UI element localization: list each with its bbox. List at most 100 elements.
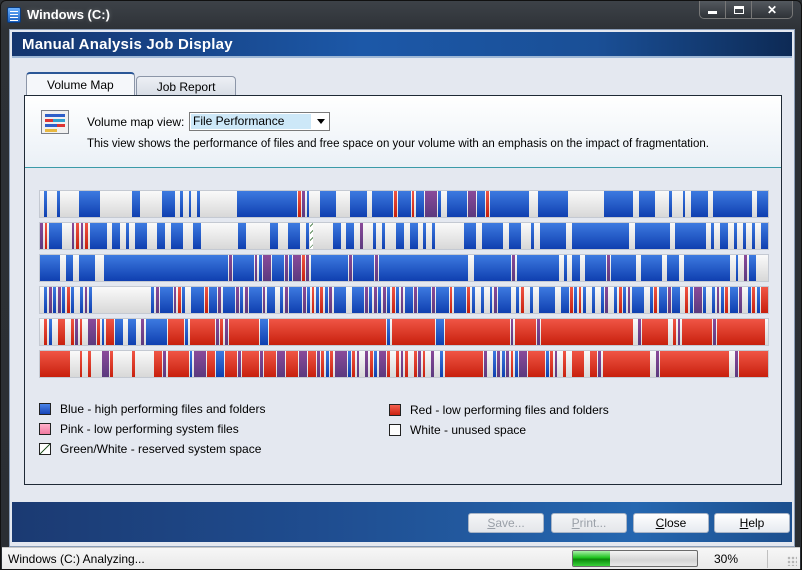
volume-map-segment-blue	[490, 191, 529, 217]
volume-map-segment-blue	[259, 255, 262, 281]
legend-item-blue: Blue - high performing files and folders	[39, 402, 265, 416]
tab-label: Job Report	[156, 80, 216, 94]
volume-map-segment-red	[207, 351, 215, 377]
help-button[interactable]: Help	[714, 513, 790, 533]
volume-map-segment-blue	[481, 223, 504, 249]
volume-map-segment-blue	[436, 287, 449, 313]
app-icon	[7, 7, 21, 23]
volume-map-segment-blue	[249, 287, 262, 313]
volume-map-segment-blue	[672, 287, 680, 313]
volume-map-segment-mixed	[302, 191, 306, 217]
analysis-progress-bar	[572, 550, 698, 567]
volume-map-row	[39, 254, 769, 282]
volume-map-segment-red	[391, 287, 395, 313]
volume-map-segment-red	[569, 287, 573, 313]
volume-map-segment-blue	[374, 351, 378, 377]
app-window: Windows (C:) ✕ Manual Analysis Job Displ…	[0, 0, 802, 570]
volume-map-segment-red	[224, 351, 237, 377]
volume-map-segment-red	[394, 191, 397, 217]
resize-grip-icon[interactable]	[787, 556, 797, 566]
pink-swatch-icon	[39, 423, 51, 435]
volume-map-segment-blue	[529, 287, 533, 313]
volume-map-segment-mixed	[349, 255, 352, 281]
tab-volume-map[interactable]: Volume Map	[26, 72, 135, 95]
volume-map-segment-red	[528, 351, 545, 377]
view-selector-area: Volume map view: File Performance This v…	[25, 96, 781, 168]
volume-map-segment-red	[40, 351, 70, 377]
volume-map-segment-blue	[641, 255, 662, 281]
accelerator: H	[739, 516, 749, 530]
volume-map-segment-blue	[545, 351, 549, 377]
button-label: rint...	[579, 516, 607, 530]
print-button[interactable]: Print...	[551, 513, 627, 533]
volume-map-view-dropdown[interactable]: File Performance	[189, 112, 330, 131]
save-button[interactable]: Save...	[468, 513, 544, 533]
volume-map-segment-mixed	[329, 287, 333, 313]
volume-map-segment-red	[44, 223, 48, 249]
volume-map-segment-blue	[170, 223, 184, 249]
volume-map-segment-blue	[571, 223, 630, 249]
volume-map-row	[39, 222, 769, 250]
legend-item-pink: Pink - low performing system files	[39, 422, 239, 436]
volume-map-segment-blue	[238, 223, 247, 249]
volume-map-segment-blue	[453, 287, 467, 313]
volume-map-panel: Volume map view: File Performance This v…	[24, 95, 782, 485]
volume-map-segment-mixed	[378, 351, 387, 377]
volume-map-segment-red	[132, 351, 136, 377]
volume-map-segment-blue	[720, 223, 729, 249]
close-button[interactable]: Close	[633, 513, 709, 533]
volume-map-segment-blue	[756, 287, 760, 313]
volume-map-segment-blue	[756, 191, 768, 217]
volume-map-segment-blue	[508, 223, 522, 249]
volume-map-segment-blue	[748, 255, 757, 281]
volume-map-segment-blue	[735, 255, 739, 281]
volume-map-segment-blue	[78, 255, 95, 281]
volume-map-segment-mixed	[431, 351, 435, 377]
volume-map-segment-mixed	[88, 319, 97, 345]
volume-map-segment-blue	[236, 191, 297, 217]
minimize-button[interactable]	[700, 1, 726, 18]
volume-map-segment-blue	[197, 191, 201, 217]
volume-map-segment-red	[297, 191, 301, 217]
maximize-button[interactable]	[726, 1, 752, 18]
volume-map-segment-blue	[315, 287, 319, 313]
volume-map-segment-green-white	[310, 223, 314, 249]
volume-map-segment-blue	[191, 287, 204, 313]
volume-map-segment-mixed	[84, 287, 88, 313]
volume-map-segment-blue	[396, 287, 399, 313]
volume-map-segment-mixed	[259, 351, 263, 377]
volume-map-segment-blue	[346, 223, 355, 249]
status-separator	[767, 550, 768, 568]
legend-item-green-white: Green/White - reserved system space	[39, 442, 261, 456]
legend: Blue - high performing files and folders…	[39, 396, 769, 466]
volume-map-segment-blue	[125, 223, 129, 249]
volume-map-segment-blue	[289, 255, 292, 281]
volume-map-segment-blue	[79, 191, 101, 217]
volume-map-segment-blue	[669, 191, 673, 217]
volume-map-segment-red	[660, 351, 730, 377]
volume-map-segment-mixed	[293, 255, 301, 281]
volume-map-segment-blue	[623, 287, 626, 313]
volume-map-segment-red	[550, 351, 553, 377]
volume-map-segment-mixed	[554, 351, 558, 377]
dialog-client: Manual Analysis Job Display Volume Map J…	[9, 29, 795, 547]
volume-map-segment-blue	[387, 287, 391, 313]
close-window-button[interactable]: ✕	[752, 1, 792, 18]
volume-map-segment-blue	[57, 191, 61, 217]
volume-map-segment-mixed	[734, 351, 738, 377]
volume-map-segment-red	[761, 287, 768, 313]
volume-map-segment-blue	[259, 319, 268, 345]
button-label: elp	[748, 516, 765, 530]
volume-map-segment-blue	[280, 287, 284, 313]
volume-map-segment-red	[685, 287, 689, 313]
dropdown-value: File Performance	[191, 114, 311, 129]
volume-map-segment-blue	[324, 287, 328, 313]
volume-map-segment-blue	[501, 351, 505, 377]
volume-map-segment-red	[286, 351, 299, 377]
tab-job-report[interactable]: Job Report	[135, 76, 237, 97]
volume-map-segment-blue	[591, 287, 595, 313]
volume-map-segment-blue	[611, 255, 636, 281]
volume-map-segment-blue	[49, 223, 62, 249]
volume-map-segment-mixed	[277, 351, 286, 377]
volume-map-segment-red	[520, 287, 524, 313]
